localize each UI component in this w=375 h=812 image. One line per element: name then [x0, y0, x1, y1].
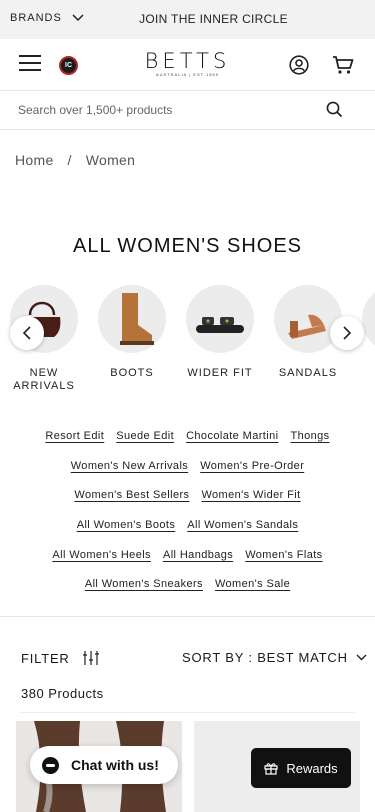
- rewards-button[interactable]: Rewards: [251, 748, 351, 788]
- link-resort-edit[interactable]: Resort Edit: [45, 430, 104, 442]
- sliders-icon: [82, 651, 99, 665]
- rewards-label: Rewards: [286, 760, 338, 776]
- link-thongs[interactable]: Thongs: [290, 430, 329, 442]
- gift-icon: [264, 763, 278, 775]
- link-all-handbags[interactable]: All Handbags: [163, 549, 233, 561]
- category-carousel: NEW ARRIVALS BOOTS WIDER FIT SANDALS B: [0, 285, 375, 400]
- betts-logo[interactable]: BETTS AUSTRALIA | EST 1899: [0, 49, 375, 77]
- category-label: B: [352, 367, 375, 380]
- link-row: Women's New Arrivals Women's Pre-Order: [0, 460, 375, 490]
- chevron-down-icon: [356, 654, 367, 661]
- category-label: SANDALS: [278, 367, 338, 379]
- link-row: All Women's Sneakers Women's Sale: [0, 578, 375, 608]
- link-row: Women's Best Sellers Women's Wider Fit: [0, 489, 375, 519]
- link-all-heels[interactable]: All Women's Heels: [52, 549, 151, 561]
- filter-button[interactable]: FILTER: [21, 650, 100, 666]
- logo-tagline: AUSTRALIA | EST 1899: [156, 72, 219, 77]
- link-row: Resort Edit Suede Edit Chocolate Martini…: [0, 430, 375, 460]
- sort-dropdown[interactable]: SORT BY : BEST MATCH: [182, 650, 367, 665]
- filter-label: FILTER: [21, 650, 70, 666]
- link-best-sellers[interactable]: Women's Best Sellers: [74, 489, 189, 501]
- category-label: NEW ARRIVALS: [13, 367, 75, 392]
- link-all-sandals[interactable]: All Women's Sandals: [187, 519, 298, 531]
- link-suede-edit[interactable]: Suede Edit: [116, 430, 174, 442]
- inner-circle-link[interactable]: JOIN THE INNER CIRCLE: [0, 12, 375, 26]
- category-image: [98, 285, 166, 353]
- link-chocolate-martini[interactable]: Chocolate Martini: [186, 430, 278, 442]
- chevron-right-icon: [343, 326, 352, 340]
- search-bar: [0, 91, 375, 130]
- link-all-sneakers[interactable]: All Women's Sneakers: [85, 578, 203, 590]
- link-sale[interactable]: Women's Sale: [215, 578, 290, 590]
- link-pre-order[interactable]: Women's Pre-Order: [200, 460, 304, 472]
- breadcrumb-home[interactable]: Home: [15, 152, 54, 168]
- category-boots[interactable]: BOOTS: [88, 285, 176, 380]
- page-title: ALL WOMEN'S SHOES: [72, 235, 302, 257]
- link-flats[interactable]: Women's Flats: [245, 549, 322, 561]
- category-image: [362, 285, 375, 353]
- chat-label: Chat with us!: [71, 757, 159, 773]
- quick-links: Resort Edit Suede Edit Chocolate Martini…: [0, 430, 375, 608]
- category-label: BOOTS: [110, 367, 154, 379]
- search-icon[interactable]: [326, 101, 343, 118]
- carousel-prev-button[interactable]: [10, 316, 44, 350]
- sort-label: SORT BY : BEST MATCH: [182, 650, 348, 665]
- breadcrumb: Home / Women: [15, 152, 135, 168]
- chat-icon: [42, 756, 59, 774]
- link-wider-fit[interactable]: Women's Wider Fit: [201, 489, 300, 501]
- search-input[interactable]: [18, 100, 318, 120]
- breadcrumb-separator: /: [67, 152, 72, 168]
- link-row: All Women's Heels All Handbags Women's F…: [0, 549, 375, 579]
- category-image: [186, 285, 254, 353]
- product-count: 380 Products: [21, 686, 104, 701]
- account-icon[interactable]: [289, 55, 309, 75]
- promo-bar: BRANDS JOIN THE INNER CIRCLE: [0, 0, 375, 39]
- category-label: WIDER FIT: [187, 367, 253, 379]
- link-row: All Women's Boots All Women's Sandals: [0, 519, 375, 549]
- logo-wordmark: BETTS: [144, 49, 231, 73]
- chat-widget-button[interactable]: Chat with us!: [30, 746, 178, 784]
- chevron-left-icon: [22, 326, 31, 340]
- link-all-boots[interactable]: All Women's Boots: [77, 519, 176, 531]
- site-header: IC BETTS AUSTRALIA | EST 1899: [0, 39, 375, 91]
- category-image: [274, 285, 342, 353]
- count-divider: [20, 712, 355, 713]
- link-new-arrivals[interactable]: Women's New Arrivals: [71, 460, 188, 472]
- cart-icon[interactable]: [332, 55, 354, 75]
- breadcrumb-current[interactable]: Women: [86, 152, 135, 168]
- category-wider-fit[interactable]: WIDER FIT: [176, 285, 264, 380]
- carousel-next-button[interactable]: [330, 316, 364, 350]
- section-divider: [0, 616, 375, 617]
